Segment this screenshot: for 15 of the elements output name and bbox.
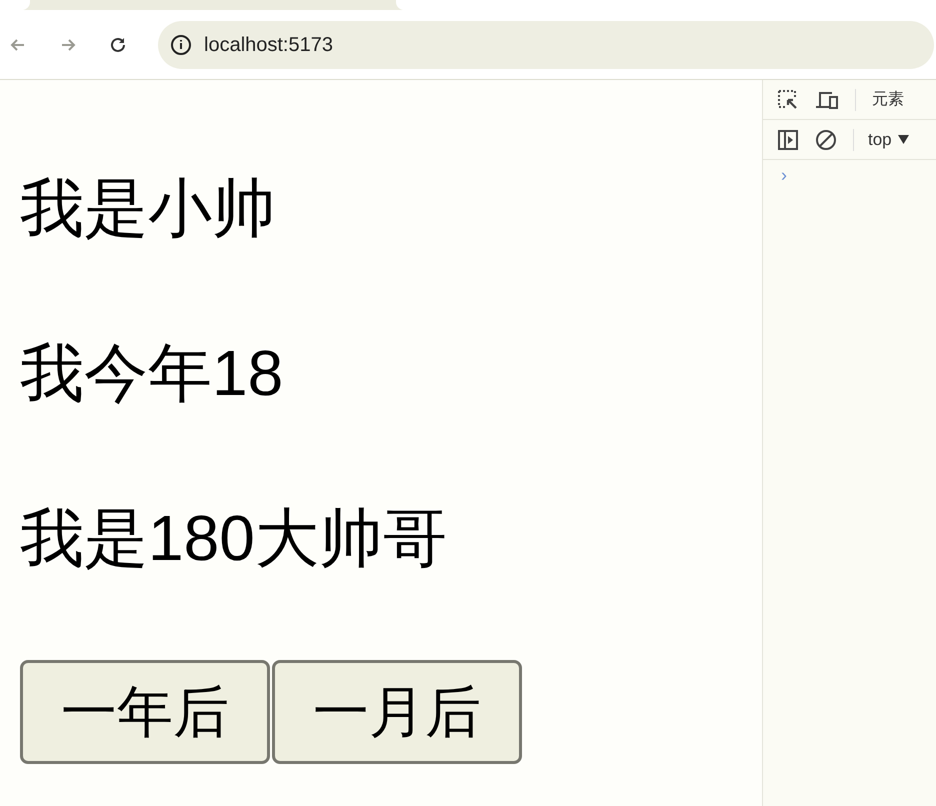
clear-console-icon[interactable] [815,128,837,150]
address-bar[interactable]: localhost:5173 [158,20,934,68]
heading: 我是小帅 [20,171,277,246]
action-button[interactable]: 一月后 [272,660,522,764]
device-icon[interactable] [815,90,839,110]
url-text: localhost:5173 [204,32,333,58]
sidebar-toggle-icon[interactable] [777,128,799,150]
action-button[interactable]: 一年后 [20,660,270,764]
context-dropdown[interactable]: top [868,126,909,152]
info-icon[interactable] [170,34,192,56]
caret-icon [898,135,909,144]
heading: 我今年18 [20,336,284,411]
heading: 我是180大帅哥 [20,501,448,576]
inspect-icon[interactable] [777,88,799,110]
elements-tab[interactable]: 元素 [872,88,904,112]
